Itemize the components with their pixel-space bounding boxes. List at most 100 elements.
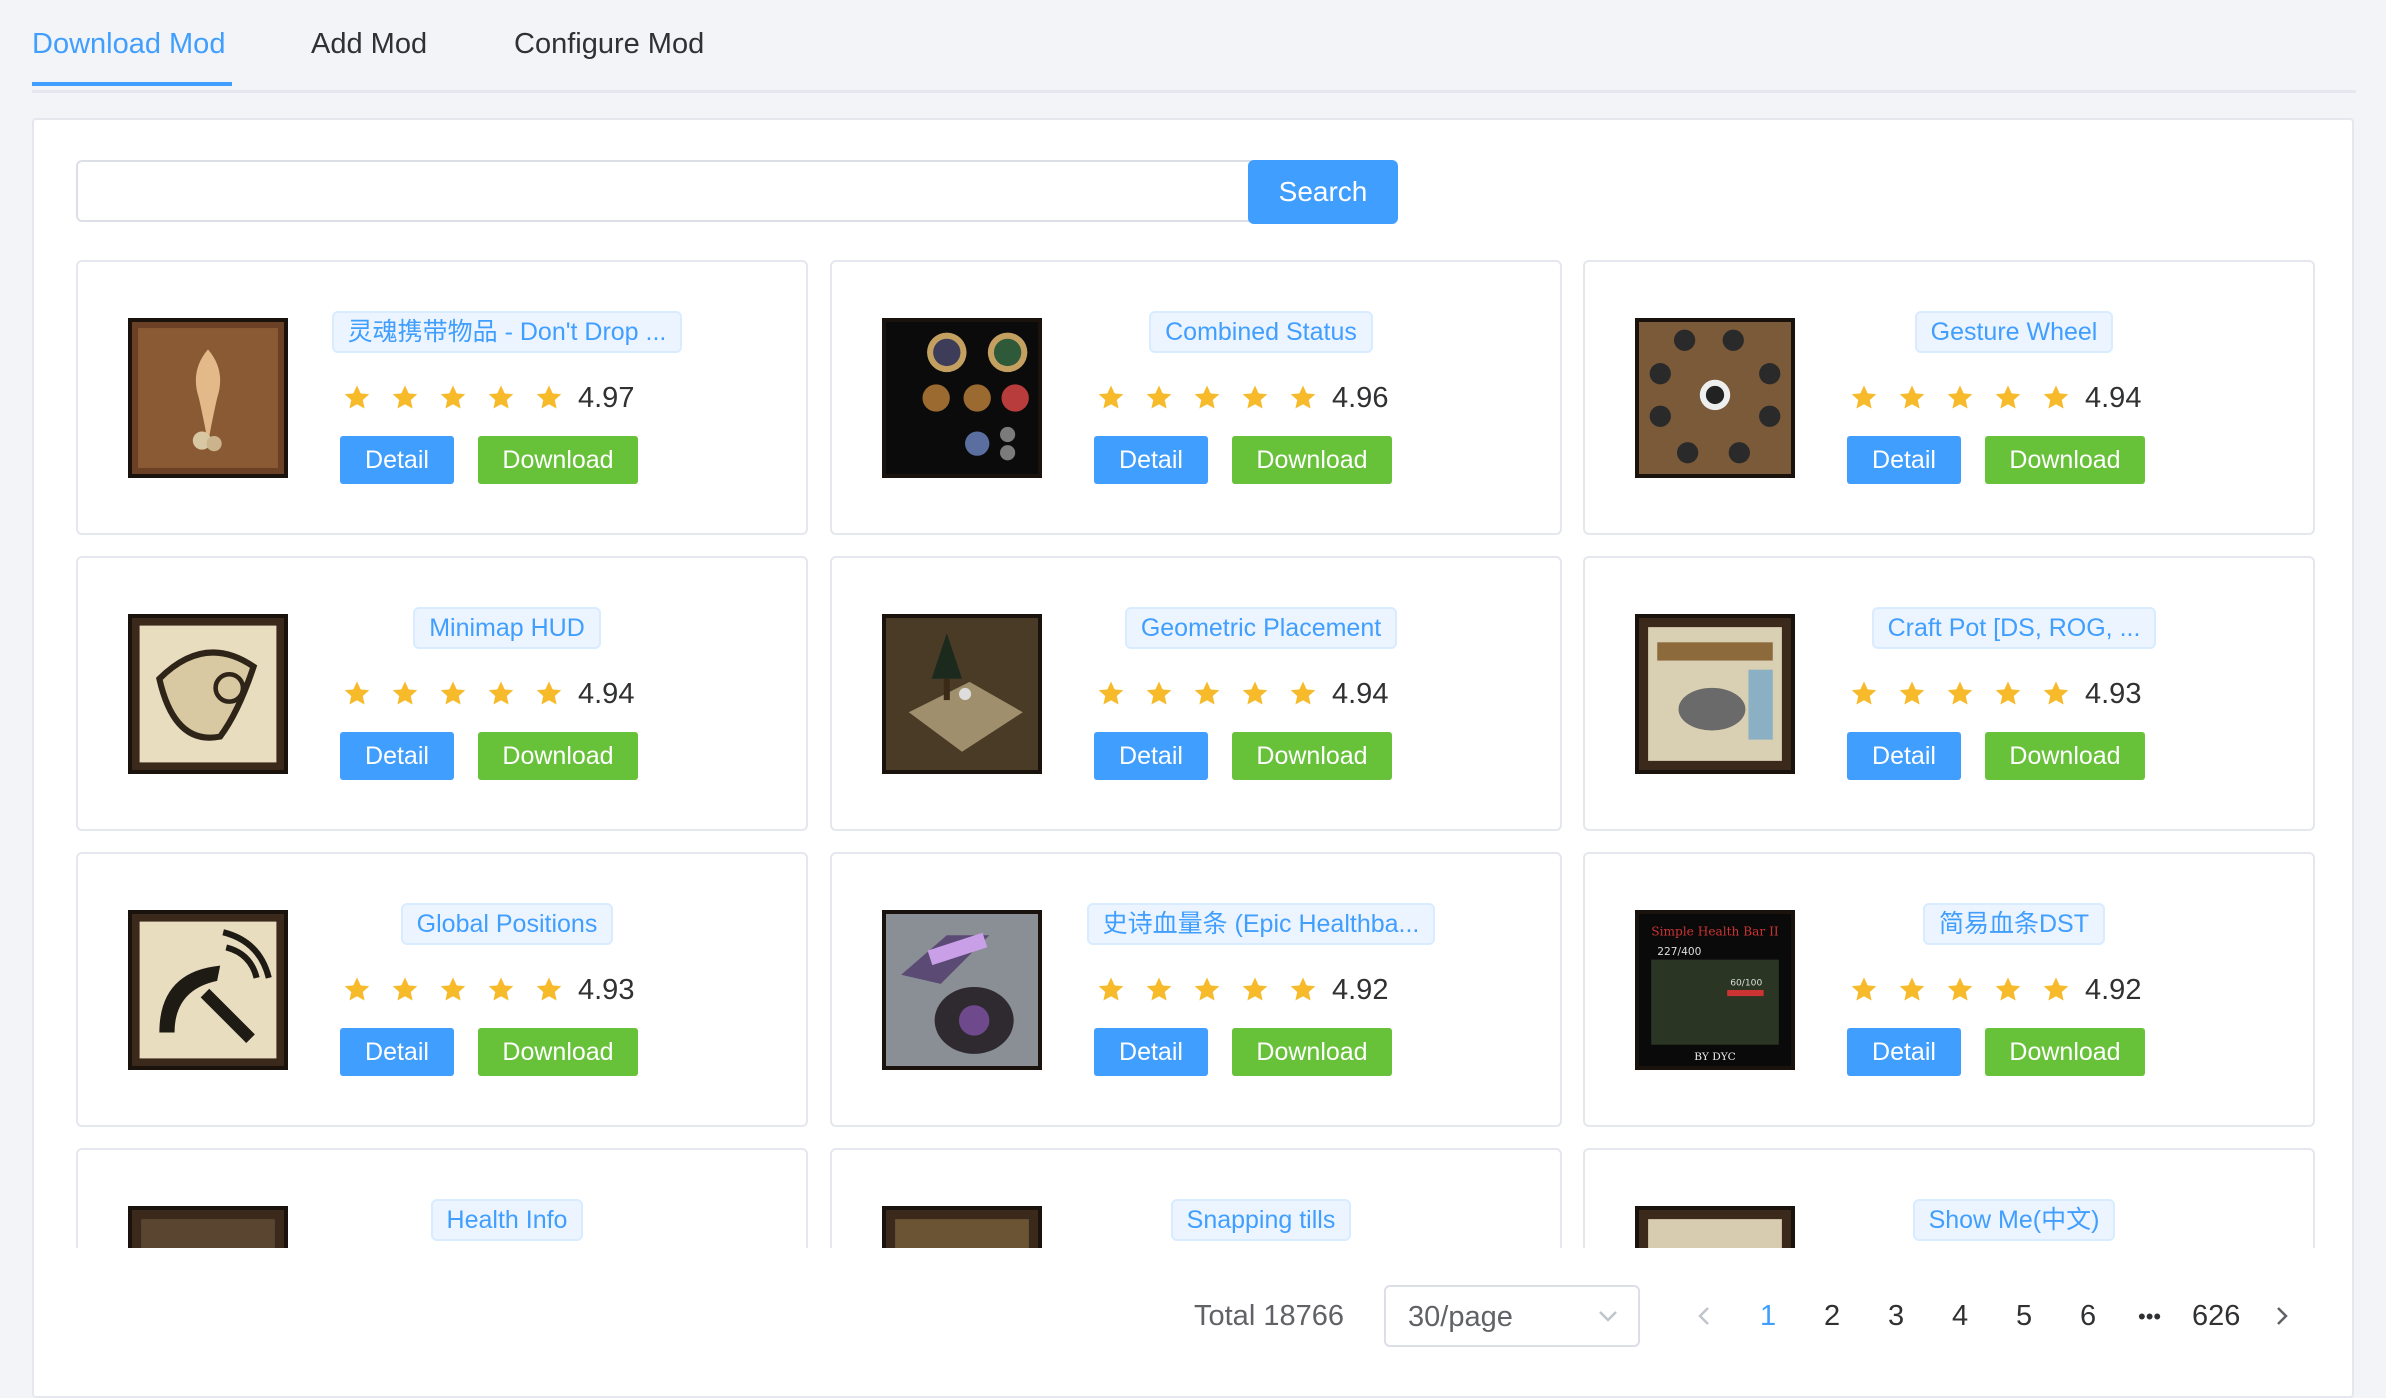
detail-button[interactable]: Detail [1847, 436, 1961, 484]
download-button[interactable]: Download [1985, 436, 2145, 484]
mod-thumbnail [1635, 318, 1795, 478]
download-button[interactable]: Download [478, 1028, 638, 1076]
rating-stars: 4.96 [1096, 378, 1388, 418]
star-icon [390, 383, 420, 413]
detail-button[interactable]: Detail [340, 732, 454, 780]
download-button[interactable]: Download [1232, 732, 1392, 780]
star-icon [438, 975, 468, 1005]
star-icon [1897, 975, 1927, 1005]
star-icon [1849, 975, 1879, 1005]
page-1-button[interactable]: 1 [1760, 1300, 1776, 1333]
star-icon [486, 383, 516, 413]
detail-button[interactable]: Detail [1094, 436, 1208, 484]
search-button[interactable]: Search [1248, 160, 1398, 224]
download-mod-panel: Search 灵魂携带物品 - Don't Drop ... 4.97 Detail… [32, 118, 2354, 1398]
download-button[interactable]: Download [1985, 732, 2145, 780]
page-3-button[interactable]: 3 [1888, 1300, 1904, 1333]
mod-name: Snapping tills [1170, 1199, 1352, 1241]
page-size-value: 30/page [1408, 1301, 1513, 1333]
rating-value: 4.94 [2085, 381, 2142, 414]
star-icon [1849, 383, 1879, 413]
healthbar-thumb-small: 60/100 [1730, 978, 1762, 988]
star-icon [2041, 383, 2071, 413]
mod-name-tag: Gesture Wheel [1819, 311, 2209, 353]
mod-name: 史诗血量条 (Epic Healthba... [1086, 903, 1436, 945]
page-2-button[interactable]: 2 [1824, 1300, 1840, 1333]
star-icon [534, 975, 564, 1005]
star-icon [1849, 679, 1879, 709]
mod-thumbnail [882, 910, 1042, 1070]
rating-value: 4.93 [578, 973, 635, 1006]
mod-name: Geometric Placement [1124, 607, 1398, 649]
page-last-button[interactable]: 626 [2192, 1300, 2240, 1333]
mod-card: Simple Health Bar II 227/400 60/100 BY DYC 简… [1583, 852, 2315, 1127]
healthbar-thumb-author: BY DYC [1694, 1050, 1736, 1063]
detail-button[interactable]: Detail [1094, 732, 1208, 780]
tab-download-mod[interactable]: Download Mod [32, 28, 225, 61]
prev-page-icon[interactable] [1694, 1302, 1714, 1330]
download-button[interactable]: Download [1232, 1028, 1392, 1076]
star-icon [1897, 383, 1927, 413]
tab-configure-mod[interactable]: Configure Mod [514, 28, 704, 61]
page-size-select[interactable]: 30/page [1384, 1285, 1640, 1347]
mod-thumbnail: Simple Health Bar II 227/400 60/100 BY DYC [1635, 910, 1795, 1070]
rating-stars: 4.94 [342, 674, 634, 714]
star-icon [1240, 679, 1270, 709]
star-icon [438, 679, 468, 709]
mod-card: Health InfoDetailDownload [76, 1148, 808, 1248]
mod-name-tag: Minimap HUD [312, 607, 702, 649]
star-icon [390, 975, 420, 1005]
star-icon [342, 679, 372, 709]
next-page-icon[interactable] [2272, 1302, 2292, 1330]
mod-card: 灵魂携带物品 - Don't Drop ... 4.97 Detail Downloa… [76, 260, 808, 535]
detail-button[interactable]: Detail [1847, 1028, 1961, 1076]
detail-button[interactable]: Detail [1094, 1028, 1208, 1076]
mod-thumbnail [1635, 1206, 1795, 1248]
page-5-button[interactable]: 5 [2016, 1300, 2032, 1333]
download-button[interactable]: Download [478, 436, 638, 484]
mod-name: 灵魂携带物品 - Don't Drop ... [331, 311, 683, 353]
star-icon [486, 679, 516, 709]
star-icon [342, 975, 372, 1005]
star-icon [1096, 679, 1126, 709]
page-ellipsis[interactable]: ••• [2138, 1304, 2161, 1330]
mod-thumbnail [128, 614, 288, 774]
rating-value: 4.94 [578, 677, 635, 710]
detail-button[interactable]: Detail [1847, 732, 1961, 780]
star-icon [438, 383, 468, 413]
mod-card: Show Me(中文)DetailDownload [1583, 1148, 2315, 1248]
mod-name: Minimap HUD [413, 607, 601, 649]
mod-thumbnail [128, 1206, 288, 1248]
mod-name: Global Positions [400, 903, 614, 945]
star-icon [1144, 975, 1174, 1005]
rating-value: 4.94 [1332, 677, 1389, 710]
search-input[interactable] [76, 160, 1259, 222]
healthbar-thumb-title: Simple Health Bar II [1651, 924, 1779, 938]
download-button[interactable]: Download [478, 732, 638, 780]
star-icon [1288, 975, 1318, 1005]
star-icon [2041, 975, 2071, 1005]
mod-name-tag: Snapping tills [1066, 1199, 1456, 1241]
rating-stars: 4.97 [342, 378, 634, 418]
mod-card: 史诗血量条 (Epic Healthba... 4.92 Detail Downloa… [830, 852, 1562, 1127]
rating-stars: 4.93 [1849, 674, 2141, 714]
page-6-button[interactable]: 6 [2080, 1300, 2096, 1333]
tab-add-mod[interactable]: Add Mod [311, 28, 427, 61]
mod-card: Combined Status 4.96 Detail Download [830, 260, 1562, 535]
mod-thumbnail [128, 910, 288, 1070]
star-icon [1192, 383, 1222, 413]
download-button[interactable]: Download [1985, 1028, 2145, 1076]
download-button[interactable]: Download [1232, 436, 1392, 484]
star-icon [1192, 679, 1222, 709]
rating-value: 4.92 [1332, 973, 1389, 1006]
mod-name: Show Me(中文) [1912, 1199, 2116, 1241]
star-icon [1945, 383, 1975, 413]
mod-thumbnail [882, 318, 1042, 478]
mod-card: Minimap HUD 4.94 Detail Download [76, 556, 808, 831]
mod-card: Geometric Placement 4.94 Detail Download [830, 556, 1562, 831]
page-4-button[interactable]: 4 [1952, 1300, 1968, 1333]
star-icon [1144, 383, 1174, 413]
detail-button[interactable]: Detail [340, 1028, 454, 1076]
mod-card: Gesture Wheel 4.94 Detail Download [1583, 260, 2315, 535]
detail-button[interactable]: Detail [340, 436, 454, 484]
